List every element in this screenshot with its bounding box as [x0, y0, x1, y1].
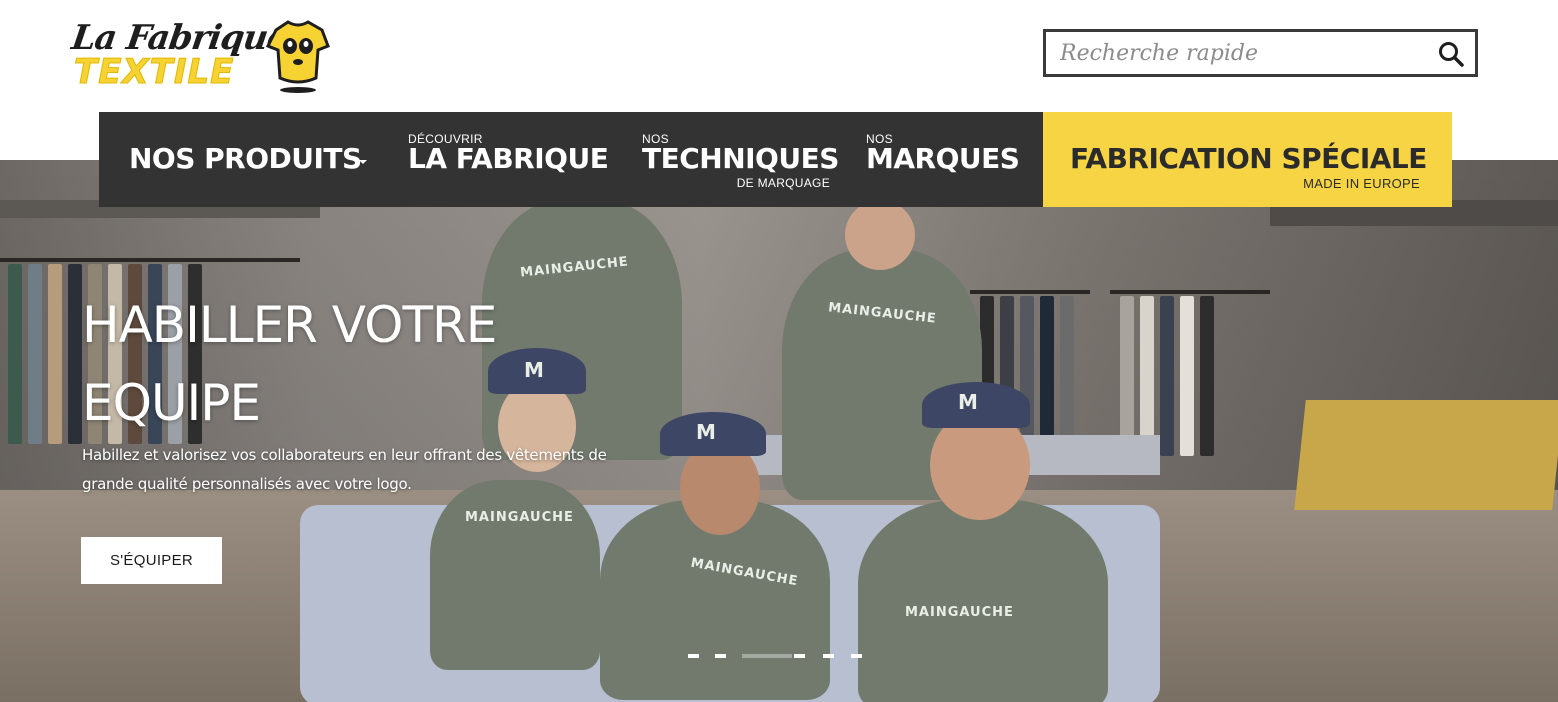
- person-seated: [430, 480, 600, 670]
- shirt-print: MAINGAUCHE: [465, 510, 574, 525]
- garment: [8, 264, 22, 444]
- person-seated: [858, 500, 1108, 702]
- nav-special-label: FABRICATION SPÉCIALE: [1070, 142, 1427, 175]
- tshirt-mascot-icon: [266, 20, 330, 93]
- search-icon[interactable]: [1437, 40, 1465, 68]
- garment: [48, 264, 62, 444]
- person-head: [845, 200, 915, 270]
- slide-dot-6[interactable]: [851, 654, 862, 658]
- cap-print: M: [958, 390, 979, 414]
- nav-item-label: LA FABRIQUE: [408, 142, 609, 175]
- nav-item-label: MARQUES: [866, 142, 1020, 175]
- site-logo[interactable]: La Fabrique TEXTILE: [69, 14, 335, 96]
- nav-item-marques[interactable]: NOS MARQUES: [866, 112, 1026, 207]
- equip-cta-button[interactable]: S'ÉQUIPER: [81, 537, 222, 584]
- slide-dot-4[interactable]: [794, 654, 805, 658]
- garment: [1180, 296, 1194, 456]
- logo-wordmark-bottom: TEXTILE: [73, 52, 235, 93]
- garment: [1060, 296, 1074, 446]
- main-navigation: NOS PRODUITS DÉCOUVRIR LA FABRIQUE NOS T…: [99, 112, 1043, 207]
- garment: [1200, 296, 1214, 456]
- cap: M: [660, 412, 766, 456]
- nav-item-la-fabrique[interactable]: DÉCOUVRIR LA FABRIQUE: [408, 112, 609, 207]
- search-input[interactable]: [1046, 32, 1426, 74]
- nav-special-subtitle: MADE IN EUROPE: [1303, 176, 1420, 191]
- slide-dot-1[interactable]: [688, 654, 699, 658]
- garment: [68, 264, 82, 444]
- shirt-print: MAINGAUCHE: [905, 605, 1014, 620]
- garment: [1140, 296, 1154, 456]
- nav-item-fabrication-speciale[interactable]: FABRICATION SPÉCIALE MADE IN EUROPE: [1043, 112, 1452, 207]
- slide-dot-active[interactable]: [742, 654, 792, 658]
- cap: M: [922, 382, 1030, 428]
- nav-item-label: TECHNIQUES: [642, 142, 839, 175]
- garment: [28, 264, 42, 444]
- nav-item-subtitle: DE MARQUAGE: [736, 176, 830, 190]
- nav-item-label: NOS PRODUITS: [129, 142, 362, 175]
- cap-print: M: [696, 420, 717, 444]
- slide-dot-2[interactable]: [715, 654, 726, 658]
- nav-item-techniques[interactable]: NOS TECHNIQUES DE MARQUAGE: [642, 112, 842, 207]
- hero-banner: MAINGAUCHE MAINGAUCHE M MAINGAUCHE M MAI…: [0, 160, 1558, 702]
- chevron-down-icon: [359, 160, 367, 164]
- garment: [1160, 296, 1174, 456]
- garment: [1120, 296, 1134, 456]
- garment: [1040, 296, 1054, 446]
- hero-title: HABILLER VOTRE EQUIPE: [82, 296, 497, 432]
- slide-dot-5[interactable]: [823, 654, 834, 658]
- foosball-table: [1294, 400, 1558, 510]
- nav-item-nos-produits[interactable]: NOS PRODUITS: [129, 112, 369, 207]
- quick-search: [1043, 29, 1478, 77]
- hero-description: Habillez et valorisez vos collaborateurs…: [82, 446, 607, 493]
